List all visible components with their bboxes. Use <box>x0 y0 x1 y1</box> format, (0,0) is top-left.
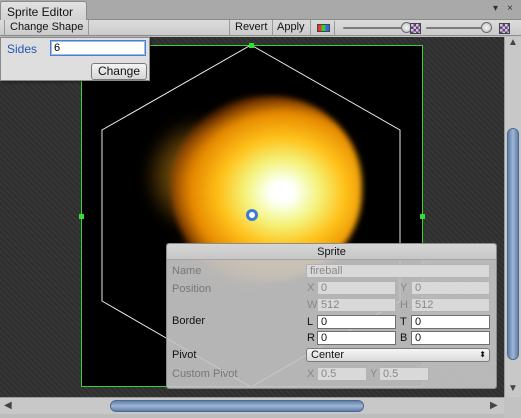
pivot-label: Pivot <box>172 349 197 361</box>
resize-handle-left[interactable] <box>79 214 84 219</box>
toolbar: Change Shape Revert Apply <box>0 20 521 36</box>
apply-button[interactable]: Apply <box>272 20 311 36</box>
window-title: Sprite Editor <box>7 5 74 19</box>
custom-pivot-y-label: Y <box>370 368 378 380</box>
b-label: B <box>400 332 408 344</box>
sides-label: Sides <box>7 42 38 56</box>
horizontal-scroll-thumb[interactable] <box>110 400 364 412</box>
pivot-dropdown[interactable]: Center ⬍ <box>306 348 490 362</box>
name-field[interactable]: fireball <box>306 264 490 278</box>
scroll-right-icon[interactable]: ▶ <box>490 400 498 411</box>
border-l-field[interactable]: 0 <box>317 315 396 329</box>
alpha-slider-track[interactable] <box>426 27 488 29</box>
color-channel-toggle[interactable] <box>313 21 335 35</box>
border-b-field[interactable]: 0 <box>411 331 490 345</box>
revert-button[interactable]: Revert <box>229 20 274 36</box>
r-label: R <box>307 332 315 344</box>
horizontal-scrollbar[interactable]: ◀ ▶ <box>0 397 504 414</box>
custom-pivot-y-field[interactable]: 0.5 <box>379 367 429 381</box>
vertical-scrollbar[interactable]: ▲ ▼ <box>504 37 521 397</box>
sides-popup: Sides 6 Change <box>0 37 150 81</box>
bottom-edge <box>0 414 504 418</box>
resize-handle-top[interactable] <box>249 43 254 48</box>
position-w-field[interactable]: 512 <box>317 298 396 312</box>
border-r-field[interactable]: 0 <box>317 331 396 345</box>
scroll-left-icon[interactable]: ◀ <box>4 400 12 411</box>
title-bar: Sprite Editor ▾ × <box>0 0 521 21</box>
border-t-field[interactable]: 0 <box>411 315 490 329</box>
rgb-channel-icon <box>317 24 330 32</box>
dropdown-arrow-icon: ⬍ <box>479 350 486 359</box>
window-menu-icon[interactable]: ▾ <box>493 4 503 14</box>
pivot-handle[interactable] <box>246 209 258 221</box>
scroll-down-icon[interactable]: ▼ <box>508 383 518 395</box>
x-label: X <box>307 282 315 294</box>
resize-handle-right[interactable] <box>420 214 425 219</box>
sprite-editor-window: Sprite Editor ▾ × Change Shape Revert Ap… <box>0 0 521 418</box>
window-close-icon[interactable]: × <box>507 4 517 14</box>
custom-pivot-x-field[interactable]: 0.5 <box>317 367 367 381</box>
checkerboard-icon <box>499 23 510 34</box>
window-tab[interactable]: Sprite Editor <box>0 1 87 21</box>
change-shape-button[interactable]: Change Shape <box>4 20 90 36</box>
position-x-field[interactable]: 0 <box>317 281 396 295</box>
t-label: T <box>400 316 407 328</box>
pivot-dropdown-value: Center <box>311 349 345 361</box>
sprite-panel-title: Sprite <box>167 244 496 260</box>
scroll-up-icon[interactable]: ▲ <box>508 37 518 49</box>
change-button[interactable]: Change <box>91 63 147 80</box>
w-label: W <box>307 299 318 311</box>
border-label: Border <box>172 315 206 327</box>
name-label: Name <box>172 265 202 277</box>
custom-pivot-x-label: X <box>307 368 315 380</box>
vertical-scroll-thumb[interactable] <box>507 128 519 360</box>
sprite-panel: Sprite Name fireball Position X 0 Y 0 W … <box>166 243 497 389</box>
y-label: Y <box>400 282 408 294</box>
alpha-slider-thumb[interactable] <box>481 22 493 33</box>
position-h-field[interactable]: 512 <box>411 298 490 312</box>
custom-pivot-label: Custom Pivot <box>172 368 238 380</box>
scrollbar-corner <box>504 397 521 418</box>
position-y-field[interactable]: 0 <box>411 281 490 295</box>
l-label: L <box>307 316 314 328</box>
h-label: H <box>400 299 408 311</box>
zoom-slider-track[interactable] <box>343 27 409 29</box>
position-label: Position <box>172 283 212 295</box>
checkerboard-icon <box>410 23 421 34</box>
sides-input[interactable]: 6 <box>50 40 146 56</box>
